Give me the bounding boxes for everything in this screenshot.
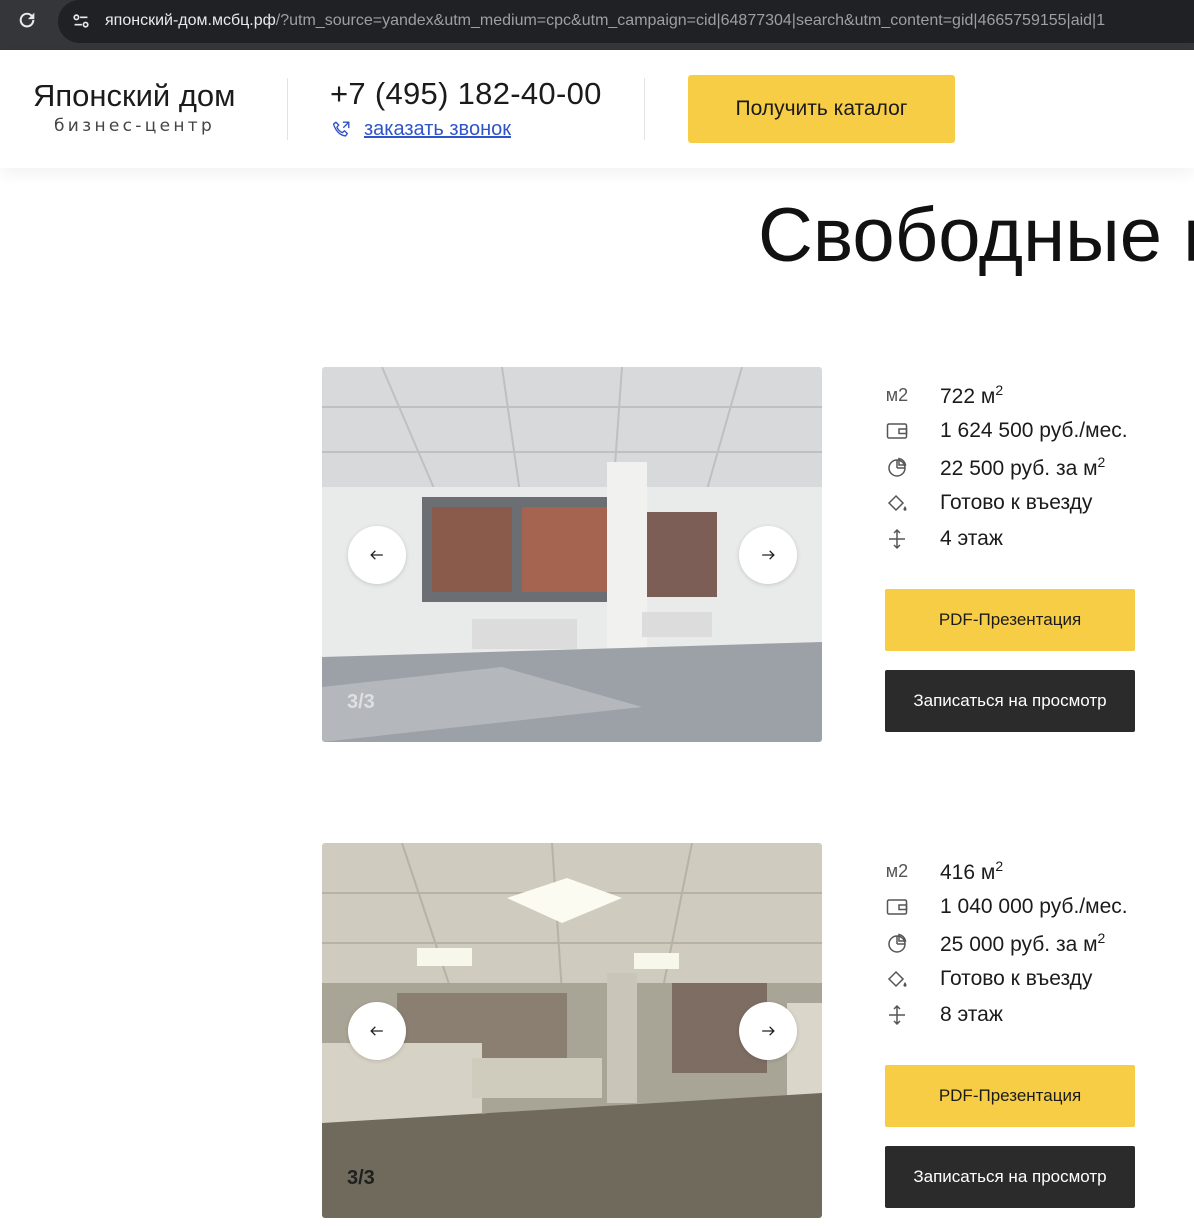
site-header: Японский дом бизнес-центр +7 (495) 182-4… xyxy=(0,50,1194,168)
carousel-prev-button[interactable] xyxy=(348,1002,406,1060)
phone-number[interactable]: +7 (495) 182-40-00 xyxy=(330,74,602,114)
spec-status: Готово к въезду xyxy=(884,961,1184,997)
spec-area: м2 416 м2 xyxy=(884,853,1184,889)
spec-price-sqm: 25 000 руб. за м2 xyxy=(884,925,1184,961)
divider xyxy=(644,78,645,140)
arrow-left-icon xyxy=(370,1026,383,1036)
offer-specs: м2 416 м2 1 040 000 руб./мес. 25 000 руб… xyxy=(884,853,1184,1033)
carousel-next-button[interactable] xyxy=(739,526,797,584)
spec-status: Готово к въезду xyxy=(884,485,1184,521)
offer-photo-carousel[interactable]: 3/3 xyxy=(322,843,822,1218)
pie-chart-icon xyxy=(884,454,910,480)
book-viewing-button[interactable]: Записаться на просмотр xyxy=(885,670,1135,732)
contact-block: +7 (495) 182-40-00 заказать звонок xyxy=(330,74,602,141)
site-info-icon[interactable] xyxy=(70,10,92,32)
spec-floor: 4 этаж xyxy=(884,521,1184,557)
price-sqm: 25 000 руб. за м2 xyxy=(940,929,1106,956)
url-text[interactable]: японский-дом.мсбц.рф/?utm_source=yandex&… xyxy=(105,11,1105,31)
offer-photo-carousel[interactable]: 3/3 xyxy=(322,367,822,742)
paint-bucket-icon xyxy=(884,490,910,516)
offer-card: 3/3 м2 416 м2 1 040 000 руб./мес. 25 000… xyxy=(322,843,1152,1218)
get-catalog-button[interactable]: Получить каталог xyxy=(688,75,955,143)
address-bar[interactable]: японский-дом.мсбц.рф/?utm_source=yandex&… xyxy=(58,0,1194,43)
book-viewing-button[interactable]: Записаться на просмотр xyxy=(885,1146,1135,1208)
price-sqm: 22 500 руб. за м2 xyxy=(940,453,1106,480)
spec-price-sqm: 22 500 руб. за м2 xyxy=(884,449,1184,485)
floor-text: 4 этаж xyxy=(940,527,1003,550)
url-host: японский-дом.мсбц.рф xyxy=(105,12,276,29)
floor-height-icon xyxy=(884,1002,910,1028)
logo[interactable]: Японский дом бизнес-центр xyxy=(33,76,253,136)
paint-bucket-icon xyxy=(884,966,910,992)
slide-counter: 3/3 xyxy=(347,691,375,713)
slide-counter: 3/3 xyxy=(347,1167,375,1189)
area-value: 416 м2 xyxy=(940,857,1004,884)
spec-price-month: 1 624 500 руб./мес. xyxy=(884,413,1184,449)
spec-floor: 8 этаж xyxy=(884,997,1184,1033)
wallet-icon xyxy=(884,418,910,444)
status-text: Готово к въезду xyxy=(940,967,1093,990)
price-month: 1 040 000 руб./мес. xyxy=(940,895,1128,918)
pie-chart-icon xyxy=(884,930,910,956)
browser-toolbar: японский-дом.мсбц.рф/?utm_source=yandex&… xyxy=(0,0,1194,50)
spec-price-month: 1 040 000 руб./мес. xyxy=(884,889,1184,925)
price-month: 1 624 500 руб./мес. xyxy=(940,419,1128,442)
pdf-presentation-button[interactable]: PDF-Презентация xyxy=(885,589,1135,651)
url-path: /?utm_source=yandex&utm_medium=cpc&utm_c… xyxy=(275,12,1106,29)
page-title: Свободные п xyxy=(758,193,1194,278)
spec-area: м2 722 м2 xyxy=(884,377,1184,413)
area-label: м2 xyxy=(885,860,909,881)
status-text: Готово к въезду xyxy=(940,491,1093,514)
offer-specs: м2 722 м2 1 624 500 руб./мес. 22 500 руб… xyxy=(884,377,1184,557)
logo-title: Японский дом xyxy=(33,78,236,113)
divider xyxy=(287,78,288,140)
reload-icon[interactable] xyxy=(14,9,40,35)
area-label: м2 xyxy=(885,384,909,405)
wallet-icon xyxy=(884,894,910,920)
arrow-right-icon xyxy=(762,1026,775,1036)
carousel-next-button[interactable] xyxy=(739,1002,797,1060)
floor-text: 8 этаж xyxy=(940,1003,1003,1026)
carousel-prev-button[interactable] xyxy=(348,526,406,584)
pdf-presentation-button[interactable]: PDF-Презентация xyxy=(885,1065,1135,1127)
floor-height-icon xyxy=(884,526,910,552)
arrow-left-icon xyxy=(370,550,383,560)
area-value: 722 м2 xyxy=(940,381,1004,408)
callback-link[interactable]: заказать звонок xyxy=(364,118,511,141)
logo-subtitle: бизнес-центр xyxy=(54,116,216,136)
arrow-right-icon xyxy=(762,550,775,560)
phone-callback-icon xyxy=(332,121,350,137)
offer-card: 3/3 м2 722 м2 1 624 500 руб./мес. 22 500… xyxy=(322,367,1152,742)
